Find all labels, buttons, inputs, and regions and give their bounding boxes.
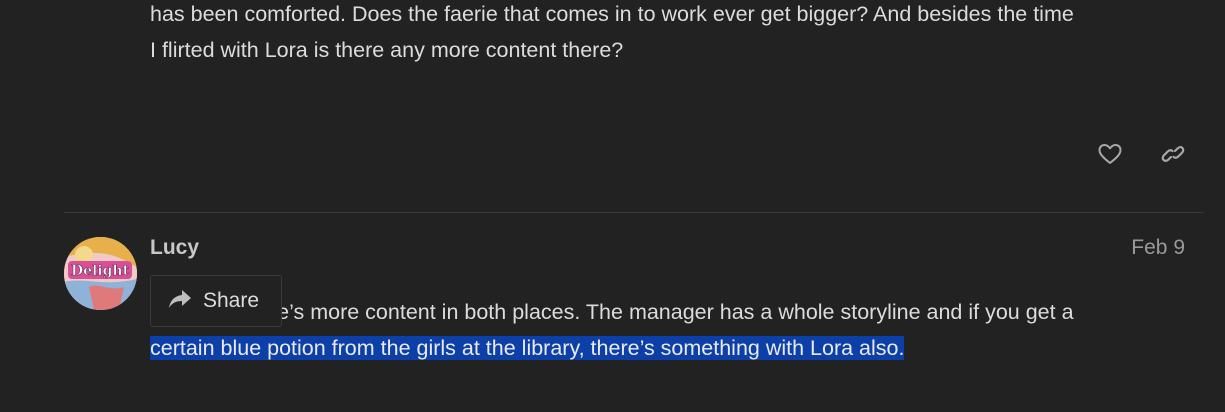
avatar-logo-text: Delight	[71, 263, 130, 279]
reply-line-text: re’s more content in both places. The ma…	[270, 300, 1074, 324]
avatar-image: Delight	[64, 237, 137, 310]
share-label: Share	[203, 289, 260, 312]
avatar[interactable]: Delight	[64, 237, 137, 310]
previous-post-body: has been comforted. Does the faerie that…	[150, 0, 1074, 68]
like-button[interactable]	[1090, 138, 1130, 174]
selected-text: certain blue potion from the girls at th…	[150, 336, 905, 360]
reply-line: re’s more content in both places. The ma…	[150, 294, 1074, 330]
post-actions	[0, 138, 1225, 174]
link-icon	[1160, 142, 1186, 171]
heart-icon	[1097, 142, 1123, 171]
post-username[interactable]: Lucy	[150, 236, 199, 260]
copy-link-button[interactable]	[1153, 138, 1193, 174]
share-arrow-icon	[167, 288, 193, 315]
quote-share-button[interactable]: Share	[150, 275, 282, 327]
post-date[interactable]: Feb 9	[1131, 236, 1185, 260]
previous-post-line: has been comforted. Does the faerie that…	[150, 2, 1074, 26]
previous-post-line: I flirted with Lora is there any more co…	[150, 38, 624, 62]
topic-page: has been comforted. Does the faerie that…	[0, 0, 1225, 412]
reply-line: certain blue potion from the girls at th…	[150, 330, 1074, 366]
post-divider	[64, 212, 1204, 213]
reply-post-body: re’s more content in both places. The ma…	[150, 294, 1074, 366]
